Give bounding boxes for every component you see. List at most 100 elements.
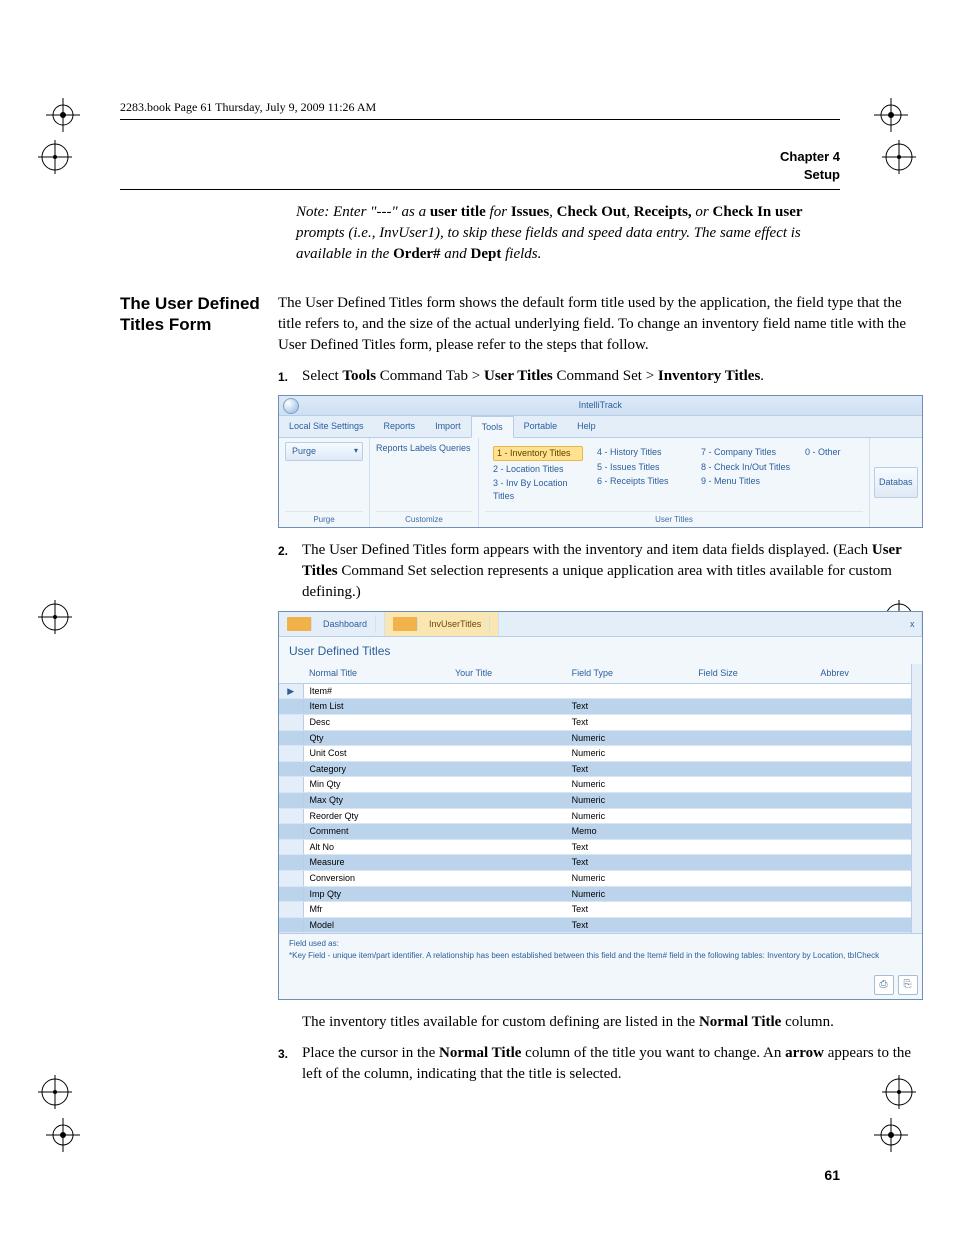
cell[interactable]: Comment — [303, 824, 449, 840]
table-row[interactable]: Conversion Numeric — [279, 870, 911, 886]
tab-local-site-settings[interactable]: Local Site Settings — [279, 416, 374, 438]
cell[interactable]: Text — [566, 699, 693, 715]
cell[interactable]: Item# — [303, 683, 449, 699]
cell[interactable] — [814, 855, 910, 871]
cell[interactable] — [814, 761, 910, 777]
cell[interactable] — [692, 777, 814, 793]
cell[interactable] — [449, 761, 566, 777]
cell[interactable] — [449, 855, 566, 871]
cell[interactable] — [692, 746, 814, 762]
tab-help[interactable]: Help — [567, 416, 606, 438]
cell[interactable]: Numeric — [566, 792, 693, 808]
col-your-title[interactable]: Your Title — [449, 664, 566, 683]
row-selector-icon[interactable] — [279, 808, 303, 824]
print-button[interactable]: ⎙ — [874, 975, 894, 995]
cell[interactable]: Desc — [303, 715, 449, 731]
cell[interactable]: Numeric — [566, 777, 693, 793]
cell[interactable]: Numeric — [566, 808, 693, 824]
tab-import[interactable]: Import — [425, 416, 471, 438]
customize-links[interactable]: Reports Labels Queries — [376, 442, 472, 455]
cell[interactable] — [449, 902, 566, 918]
cell[interactable] — [814, 715, 910, 731]
col-field-type[interactable]: Field Type — [566, 664, 693, 683]
cell[interactable]: Category — [303, 761, 449, 777]
cell[interactable] — [814, 839, 910, 855]
cell[interactable]: Alt No — [303, 839, 449, 855]
row-selector-icon[interactable] — [279, 746, 303, 762]
cell[interactable]: Conversion — [303, 870, 449, 886]
cell[interactable] — [692, 902, 814, 918]
link-inventory-titles[interactable]: 1 - Inventory Titles — [493, 446, 583, 461]
cell[interactable] — [449, 839, 566, 855]
cell[interactable]: Text — [566, 839, 693, 855]
cell[interactable]: Numeric — [566, 870, 693, 886]
row-selector-icon[interactable] — [279, 730, 303, 746]
cell[interactable] — [814, 917, 910, 933]
cell[interactable]: Imp Qty — [303, 886, 449, 902]
cell[interactable]: Min Qty — [303, 777, 449, 793]
table-row[interactable]: Alt No Text — [279, 839, 911, 855]
cell[interactable] — [449, 870, 566, 886]
row-selector-icon[interactable] — [279, 870, 303, 886]
cell[interactable] — [814, 886, 910, 902]
table-row[interactable]: Comment Memo — [279, 824, 911, 840]
tab-dashboard[interactable]: Dashboard — [279, 612, 385, 637]
table-row[interactable]: Item ListText — [279, 699, 911, 715]
cell[interactable] — [692, 715, 814, 731]
cell[interactable] — [814, 777, 910, 793]
cell[interactable] — [692, 761, 814, 777]
cell[interactable]: Text — [566, 902, 693, 918]
table-row[interactable]: Mfr Text — [279, 902, 911, 918]
row-selector-icon[interactable] — [279, 824, 303, 840]
app-orb-icon[interactable] — [283, 398, 299, 414]
cell[interactable] — [692, 886, 814, 902]
cell[interactable] — [692, 824, 814, 840]
row-selector-icon[interactable] — [279, 902, 303, 918]
cell[interactable] — [814, 824, 910, 840]
link-issues-titles[interactable]: 5 - Issues Titles — [597, 461, 687, 474]
cell[interactable] — [814, 792, 910, 808]
table-row[interactable]: Desc Text — [279, 715, 911, 731]
link-location-titles[interactable]: 2 - Location Titles — [493, 463, 583, 476]
cell[interactable] — [449, 777, 566, 793]
table-row[interactable]: Imp Qty Numeric — [279, 886, 911, 902]
cell[interactable] — [814, 746, 910, 762]
row-selector-icon[interactable] — [279, 777, 303, 793]
cell[interactable] — [449, 792, 566, 808]
link-receipts-titles[interactable]: 6 - Receipts Titles — [597, 475, 687, 488]
table-row[interactable]: Min Qty Numeric — [279, 777, 911, 793]
tab-tools[interactable]: Tools — [471, 416, 514, 439]
link-other-titles[interactable]: 0 - Other — [805, 446, 855, 459]
cell[interactable] — [692, 855, 814, 871]
cell[interactable]: Text — [566, 917, 693, 933]
row-selector-icon[interactable]: ▶ — [279, 683, 303, 699]
row-selector-icon[interactable] — [279, 699, 303, 715]
cell[interactable]: Text — [566, 715, 693, 731]
table-row[interactable]: Max QtyNumeric — [279, 792, 911, 808]
row-selector-icon[interactable] — [279, 855, 303, 871]
cell[interactable]: Text — [566, 761, 693, 777]
cell[interactable] — [814, 730, 910, 746]
link-company-titles[interactable]: 7 - Company Titles — [701, 446, 791, 459]
cell[interactable] — [692, 808, 814, 824]
cell[interactable] — [692, 917, 814, 933]
cell[interactable]: Text — [566, 855, 693, 871]
cell[interactable]: Numeric — [566, 746, 693, 762]
link-inv-by-location-titles[interactable]: 3 - Inv By Location Titles — [493, 477, 583, 502]
cell[interactable]: Numeric — [566, 886, 693, 902]
cell[interactable] — [692, 683, 814, 699]
cell[interactable]: Mfr — [303, 902, 449, 918]
row-selector-icon[interactable] — [279, 917, 303, 933]
cell[interactable] — [449, 730, 566, 746]
cell[interactable] — [814, 699, 910, 715]
tab-reports[interactable]: Reports — [374, 416, 426, 438]
table-row[interactable]: ▶Item# — [279, 683, 911, 699]
tab-invusertitles[interactable]: InvUserTitles — [385, 612, 499, 637]
purge-dropdown[interactable]: Purge — [285, 442, 363, 461]
cell[interactable]: Memo — [566, 824, 693, 840]
col-field-size[interactable]: Field Size — [692, 664, 814, 683]
cell[interactable] — [814, 683, 910, 699]
col-normal-title[interactable]: Normal Title — [303, 664, 449, 683]
row-selector-icon[interactable] — [279, 792, 303, 808]
cell[interactable] — [814, 902, 910, 918]
